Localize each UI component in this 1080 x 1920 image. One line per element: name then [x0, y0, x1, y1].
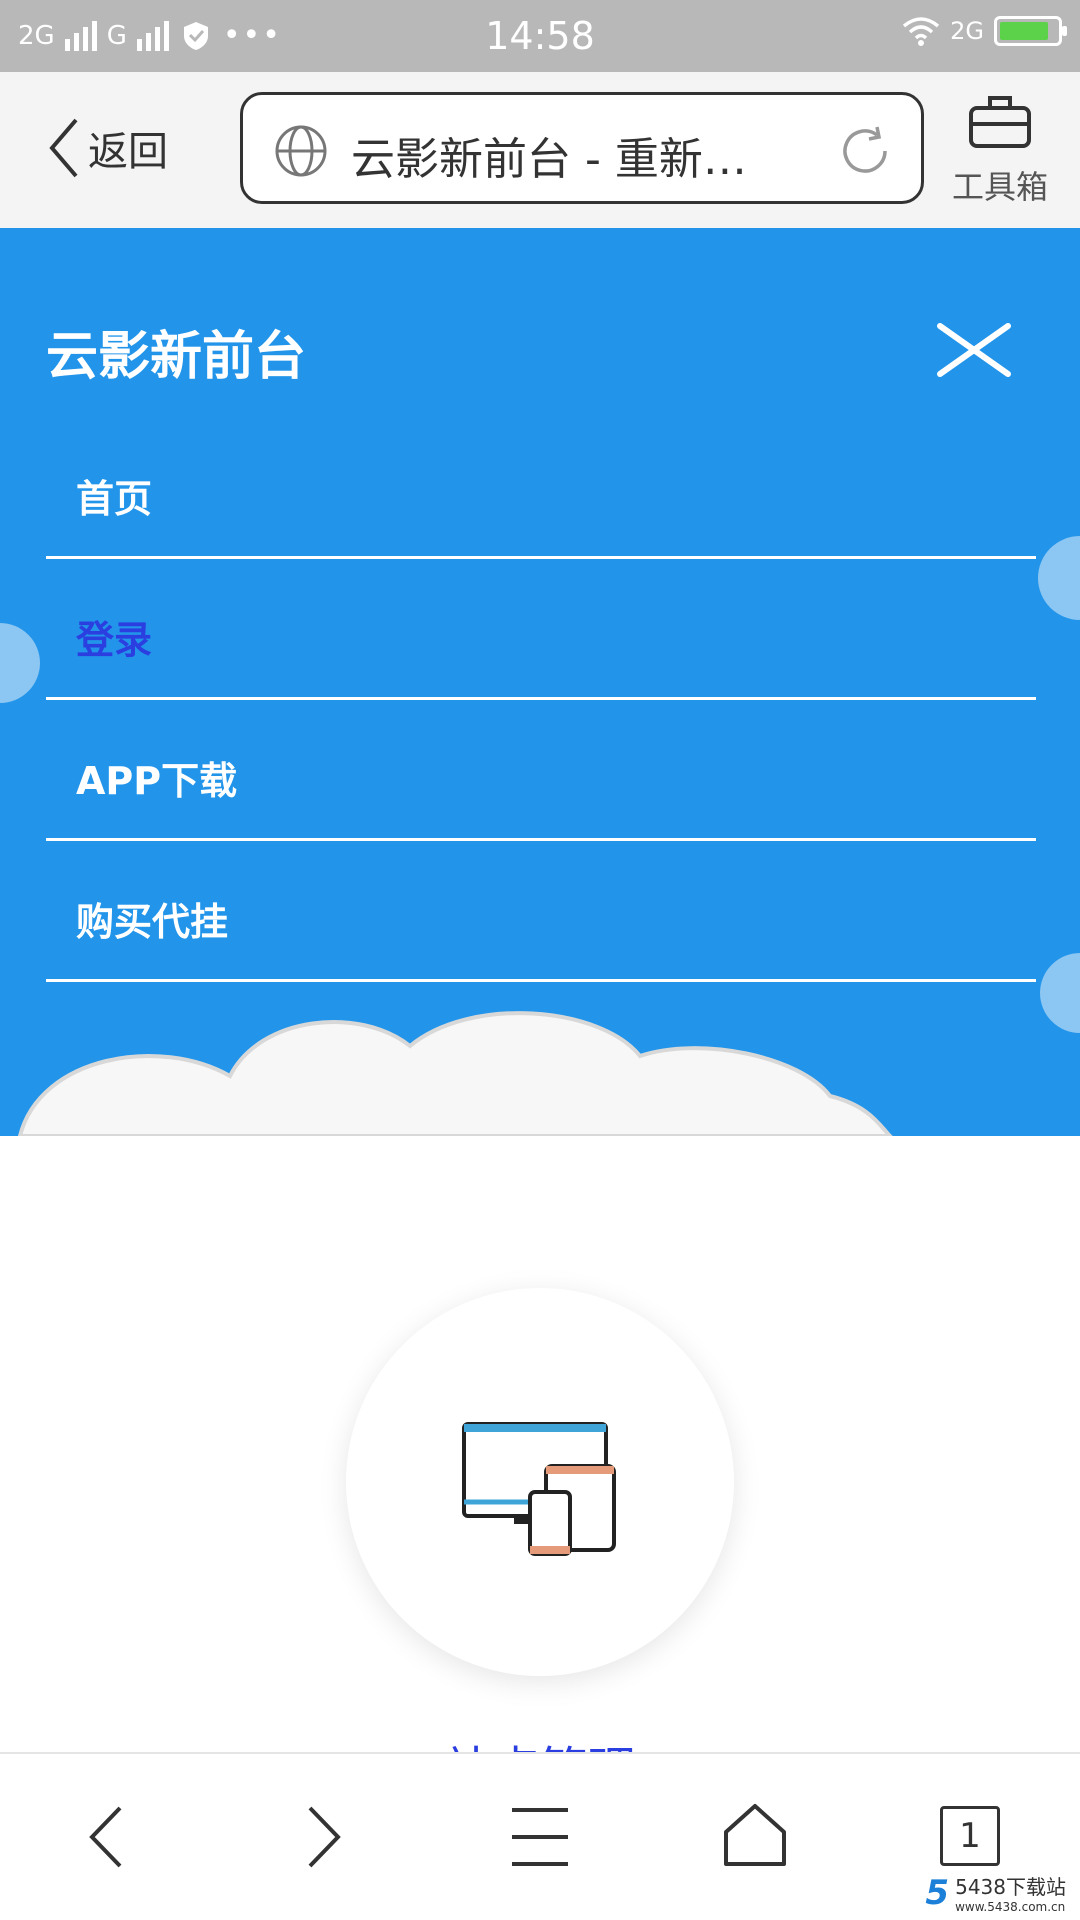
nav-item-label: 登录 — [76, 618, 153, 662]
navigation-drawer: 云影新前台 首页 登录 APP下载 购买代挂 — [0, 228, 1080, 1136]
page-title-in-address-bar: 云影新前台 - 重新… — [351, 134, 747, 185]
nav-item-label: 首页 — [76, 477, 153, 521]
cloud-decoration-bottom — [17, 1011, 893, 1136]
status-bar: 2G G ••• 14:58 2G — [0, 0, 1080, 72]
address-bar[interactable]: 云影新前台 - 重新… — [240, 92, 924, 204]
browser-toolbar: 返回 云影新前台 - 重新… 工具箱 — [0, 72, 1080, 228]
tab-count-button[interactable]: 1 — [940, 1806, 1000, 1866]
toolbox-label: 工具箱 — [951, 168, 1048, 206]
watermark-text-group: 5438下载站 www.5438.com.cn — [955, 1871, 1066, 1914]
chevron-left-icon — [49, 118, 78, 178]
page-content: 站点管理 — [0, 1136, 1080, 1756]
nav-item-app-download[interactable]: APP下载 — [46, 700, 1036, 841]
home-icon[interactable] — [722, 1802, 788, 1868]
nav-item-home[interactable]: 首页 — [46, 418, 1036, 559]
site-title: 云影新前台 — [46, 327, 307, 387]
cloud-decoration-right-top — [1038, 536, 1080, 620]
browser-bottom-bar: 1 5 5438下载站 www.5438.com.cn — [0, 1752, 1080, 1920]
watermark-text: 5438下载站 — [955, 1875, 1066, 1899]
network-type-3: 2G — [950, 17, 984, 45]
refresh-icon[interactable] — [837, 123, 893, 179]
close-icon[interactable] — [934, 320, 1014, 380]
toolbox-button[interactable]: 工具箱 — [950, 92, 1050, 208]
forward-arrow-icon[interactable] — [302, 1802, 346, 1872]
nav-item-label: 购买代挂 — [76, 900, 229, 944]
globe-icon — [275, 125, 327, 177]
nav-item-label: APP下载 — [76, 759, 238, 803]
back-button[interactable]: 返回 — [46, 116, 168, 180]
watermark: 5 5438下载站 www.5438.com.cn — [925, 1871, 1066, 1915]
battery-fill — [1000, 22, 1048, 40]
nav-item-buy-service[interactable]: 购买代挂 — [46, 841, 1036, 982]
nav-item-login[interactable]: 登录 — [46, 559, 1036, 700]
back-label: 返回 — [88, 129, 168, 175]
wifi-icon — [903, 17, 940, 46]
nav-menu: 首页 登录 APP下载 购买代挂 — [46, 418, 1036, 982]
battery-icon — [994, 16, 1067, 46]
feature-card[interactable] — [346, 1288, 734, 1676]
cloud-decoration-left — [0, 623, 40, 703]
back-arrow-icon[interactable] — [84, 1802, 128, 1872]
watermark-sub: www.5438.com.cn — [955, 1900, 1066, 1914]
toolbox-icon — [969, 96, 1031, 148]
watermark-logo: 5 — [925, 1872, 950, 1913]
status-right: 2G — [902, 16, 1067, 46]
menu-icon[interactable] — [510, 1802, 570, 1872]
devices-icon — [462, 1422, 616, 1556]
